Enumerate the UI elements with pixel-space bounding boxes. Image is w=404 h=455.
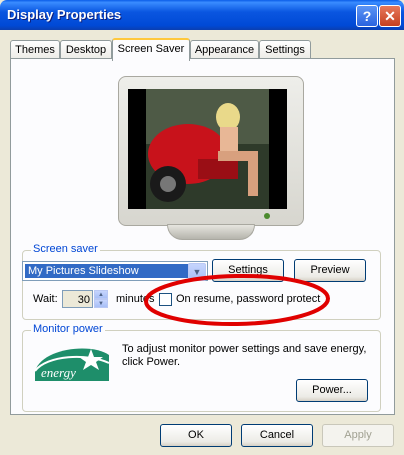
password-protect-label[interactable]: On resume, password protect: [176, 293, 320, 305]
ok-button-label: OK: [188, 429, 204, 441]
screen-saver-group-label: Screen saver: [31, 243, 100, 255]
spin-up-icon[interactable]: ▲: [94, 290, 108, 299]
minutes-label: minutes: [116, 293, 155, 305]
wait-label: Wait:: [33, 293, 58, 305]
tab-themes[interactable]: Themes: [10, 40, 60, 59]
window-title: Display Properties: [7, 7, 122, 22]
power-button-label: Power...: [312, 384, 352, 396]
display-properties-window: Display Properties ? ✕ Themes Desktop Sc…: [0, 0, 404, 455]
wait-minutes-input[interactable]: 30: [62, 290, 93, 308]
monitor-stand: [167, 224, 255, 240]
apply-button-label: Apply: [344, 429, 372, 441]
power-led: [264, 213, 270, 219]
screen-saver-select[interactable]: My Pictures Slideshow ▼: [22, 261, 208, 281]
preview-button-label: Preview: [310, 264, 350, 276]
power-button[interactable]: Power...: [296, 379, 368, 402]
monitor-preview: [118, 76, 304, 226]
apply-button: Apply: [322, 424, 394, 447]
password-protect-checkbox[interactable]: [159, 293, 172, 306]
energy-star-logo: energy: [34, 348, 110, 381]
preview-button[interactable]: Preview: [294, 259, 366, 282]
monitor-power-group-label: Monitor power: [31, 323, 105, 335]
cancel-button-label: Cancel: [259, 429, 295, 441]
tab-screen-saver[interactable]: Screen Saver: [112, 38, 190, 61]
close-button[interactable]: ✕: [379, 5, 401, 27]
tab-settings[interactable]: Settings: [259, 40, 311, 59]
wait-spinner[interactable]: ▲ ▼: [94, 290, 108, 308]
chevron-down-icon[interactable]: ▼: [188, 263, 206, 281]
settings-button[interactable]: Settings: [212, 259, 284, 282]
preview-photo: [146, 89, 269, 209]
title-bar[interactable]: Display Properties ? ✕: [0, 0, 404, 30]
spin-down-icon[interactable]: ▼: [94, 299, 108, 308]
monitor-power-description: To adjust monitor power settings and sav…: [122, 343, 367, 368]
ok-button[interactable]: OK: [160, 424, 232, 447]
settings-button-label: Settings: [228, 264, 268, 276]
help-button[interactable]: ?: [356, 5, 378, 27]
screen-saver-selected-value: My Pictures Slideshow: [25, 264, 189, 278]
tab-appearance[interactable]: Appearance: [190, 40, 259, 59]
preview-screen: [128, 89, 287, 209]
tab-desktop[interactable]: Desktop: [60, 40, 112, 59]
cancel-button[interactable]: Cancel: [241, 424, 313, 447]
energy-logo-text: energy: [41, 365, 76, 380]
